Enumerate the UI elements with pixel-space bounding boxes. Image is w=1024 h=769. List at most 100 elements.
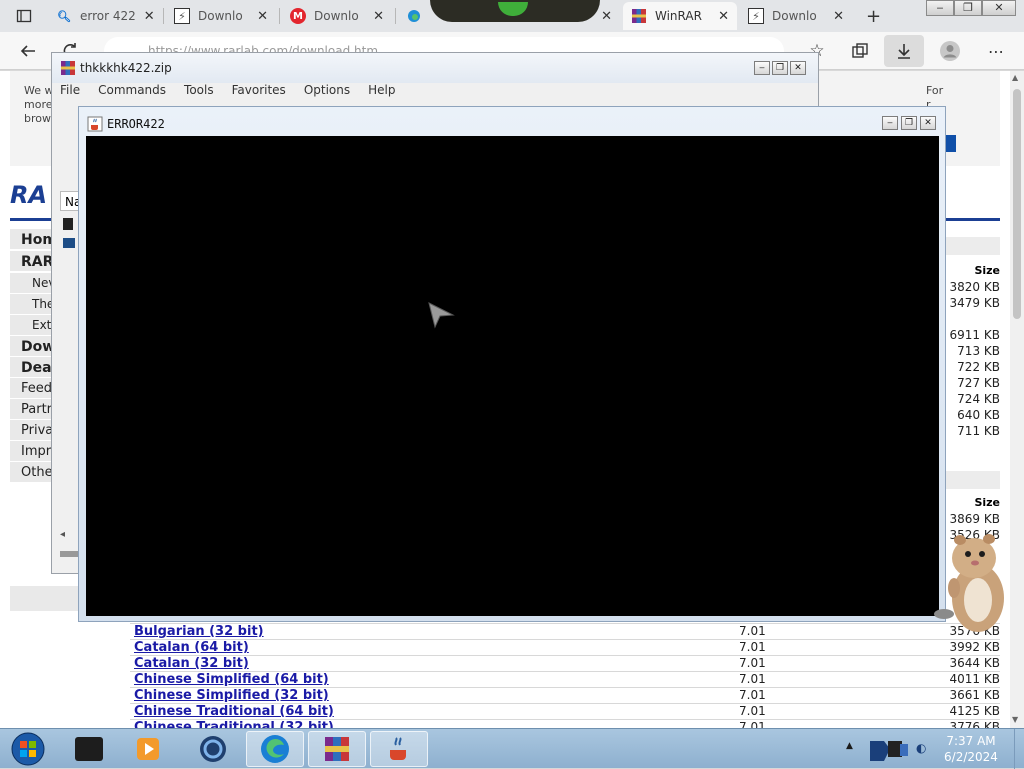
collections-icon[interactable] [848,39,872,63]
version-cell: 7.01 [739,720,766,728]
size-header: Size [974,496,1000,509]
java-cup-icon [87,116,103,135]
tab-close-icon[interactable]: ✕ [718,9,729,24]
java-title: ERROR422 [107,117,165,131]
browser-orb-icon [200,736,226,762]
download-link[interactable]: Chinese Simplified (64 bit) [134,672,329,687]
new-tab-button[interactable]: + [858,2,884,30]
intro-line: brow [24,112,51,125]
menu-favorites[interactable]: Favorites [232,83,286,103]
tab-close-icon[interactable]: ✕ [373,9,384,24]
minimize-button[interactable]: ‒ [926,0,954,16]
java-maximize-button[interactable]: ❐ [901,116,917,130]
download-link[interactable]: Catalan (32 bit) [134,656,249,671]
tab-download-2[interactable]: M Downlo ✕ [282,2,392,30]
java-minimize-button[interactable]: ‒ [882,116,898,130]
m-site-icon: M [290,8,306,24]
tab-label: error 422 [80,9,136,23]
file-row-icon[interactable] [63,218,73,230]
tab-close-icon[interactable]: ✕ [257,9,268,24]
tab-separator [163,8,164,24]
winrar-close-button[interactable]: ✕ [790,61,806,75]
download-site-icon: ⚡ [748,8,764,24]
winrar-icon [60,60,76,79]
menu-help[interactable]: Help [368,83,395,103]
menu-options[interactable]: Options [304,83,350,103]
nav-bottom-block [10,586,80,611]
windows-orb-icon [11,732,45,766]
show-desktop-button[interactable] [1014,729,1024,769]
back-arrow-icon[interactable] [16,39,40,63]
tab-label: Downlo [314,9,359,23]
browser-tab-bar: 🔍︎ error 422 ✕ ⚡ Downlo ✕ M Downlo ✕ ✕ W… [0,0,1024,32]
tray-expand-icon[interactable]: ▲ [846,741,853,751]
winrar-icon [325,737,349,761]
taskbar-edge[interactable] [246,731,304,767]
taskbar-media-player[interactable] [120,731,178,767]
row-divider [130,655,1000,656]
tab-separator [395,8,396,24]
size-cell: 724 KB [957,392,1000,406]
tab-label: Downlo [772,9,817,23]
size-cell: 3644 KB [949,656,1000,670]
download-link[interactable]: Chinese Simplified (32 bit) [134,688,329,703]
size-header-row [944,471,1000,489]
menu-commands[interactable]: Commands [98,83,166,103]
edge-icon [406,8,422,24]
download-link[interactable]: Chinese Traditional (64 bit) [134,704,334,719]
page-scrollbar[interactable]: ▲ ▼ [1010,71,1024,728]
download-link[interactable]: Chinese Traditional (32 bit) [134,720,334,728]
version-cell: 7.01 [739,640,766,654]
taskbar-winrar[interactable] [308,731,366,767]
size-header: Size [974,264,1000,277]
taskbar-black-app[interactable] [60,731,118,767]
file-row-icon[interactable] [63,238,75,248]
tab-error-422[interactable]: 🔍︎ error 422 ✕ [48,2,160,30]
size-cell: 711 KB [957,424,1000,438]
download-link[interactable]: Bulgarian (32 bit) [134,624,264,639]
clock-date: 6/2/2024 [944,750,998,764]
more-menu-icon[interactable]: ⋯ [984,39,1008,63]
maximize-button[interactable]: ❐ [954,0,982,16]
tab-close-icon[interactable]: ✕ [833,9,844,24]
size-cell: 640 KB [957,408,1000,422]
tab-download-1[interactable]: ⚡ Downlo ✕ [166,2,276,30]
system-clock[interactable]: 7:37 AM 6/2/2024 [932,733,1010,765]
scroll-left-icon[interactable]: ◂ [60,529,80,543]
java-cup-icon [390,737,406,760]
tray-network-icon[interactable] [866,735,912,763]
plus-icon: + [866,5,882,27]
scroll-down-icon[interactable]: ▼ [1012,715,1018,724]
winrar-titlebar[interactable]: thkkkhk422.zip ‒ ❐ ✕ [52,53,818,83]
menu-tools[interactable]: Tools [184,83,214,103]
black-app-icon [75,737,103,761]
winrar-title: thkkkhk422.zip [80,61,172,75]
tab-actions-icon[interactable] [12,4,36,28]
profile-avatar-icon[interactable] [938,39,962,63]
hamster-overlay-image [932,530,1012,635]
tab-close-icon[interactable]: ✕ [601,9,612,24]
tab-winrar[interactable]: WinRAR ✕ [623,2,737,30]
winrar-maximize-button[interactable]: ❐ [772,61,788,75]
downloads-button[interactable] [884,35,924,67]
tab-download-3[interactable]: ⚡ Downlo ✕ [740,2,852,30]
winrar-minimize-button[interactable]: ‒ [754,61,770,75]
taskbar-browser-orb[interactable] [184,731,242,767]
tab-close-icon[interactable]: ✕ [144,9,155,24]
close-button[interactable]: ✕ [982,0,1016,16]
download-arrow-icon [892,39,916,63]
size-cell: 4011 KB [949,672,1000,686]
scroll-up-icon[interactable]: ▲ [1012,73,1018,82]
intro-line: We w [24,84,54,97]
java-canvas[interactable] [86,136,939,616]
start-button[interactable] [0,731,56,767]
size-cell: 3776 KB [949,720,1000,728]
menu-file[interactable]: File [60,83,80,103]
download-link[interactable]: Catalan (64 bit) [134,640,249,655]
horizontal-scroll-thumb[interactable] [60,551,80,557]
java-close-button[interactable]: ✕ [920,116,936,130]
taskbar-java[interactable] [370,731,428,767]
tray-volume-icon[interactable]: ◐ [916,741,926,755]
scroll-thumb[interactable] [1013,89,1021,319]
clock-time: 7:37 AM [946,734,996,748]
